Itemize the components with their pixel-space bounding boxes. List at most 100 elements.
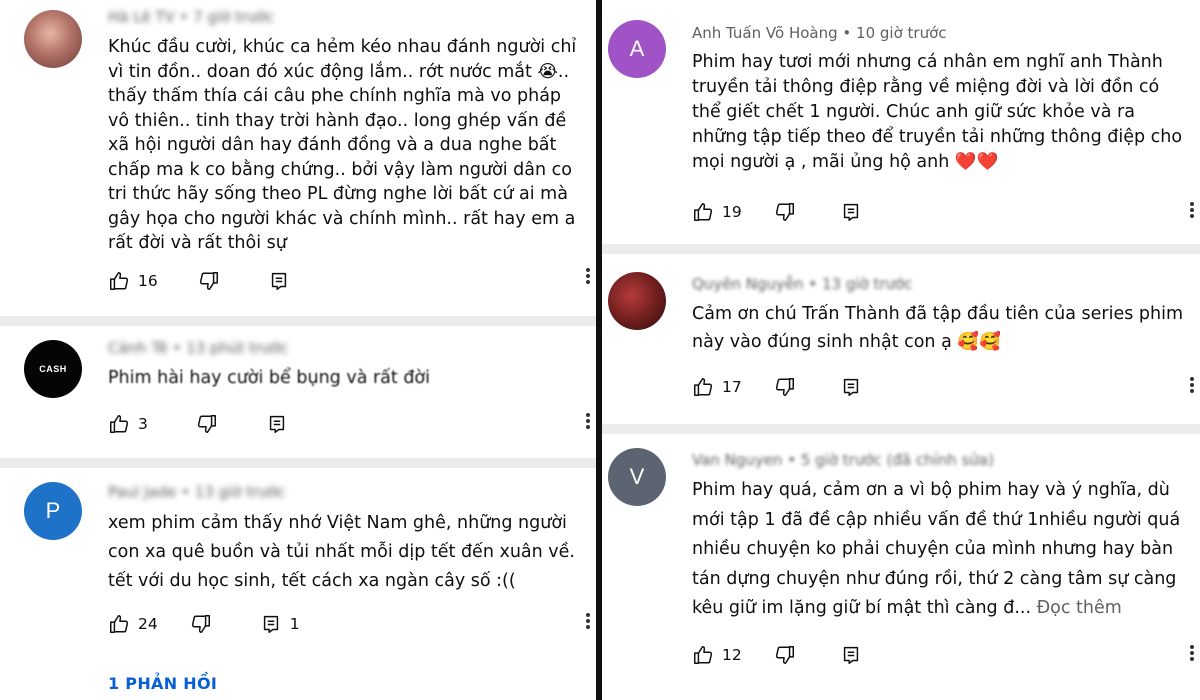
reply-icon: [269, 415, 285, 433]
like-button[interactable]: 24: [108, 613, 158, 635]
comment-separator: [0, 316, 600, 326]
comment-actions: 12: [692, 642, 862, 668]
comment-item: Hà Lê TV • 7 giờ trước Khúc đầu cười, kh…: [0, 0, 600, 318]
thumb-up-icon: [694, 203, 713, 221]
thumb-up-icon: [110, 415, 129, 433]
avatar-letter: A: [629, 36, 645, 61]
comment-text: Cảm ơn chú Trấn Thành đã tập đầu tiên củ…: [692, 304, 1183, 352]
view-replies-link[interactable]: 1 PHẢN HỒI: [108, 674, 217, 693]
comment-time: 13 phút trước: [186, 339, 289, 357]
more-vert-icon: [584, 613, 592, 629]
like-button[interactable]: 16: [108, 270, 158, 292]
reply-button[interactable]: [266, 413, 288, 435]
comment-meta: Anh Tuấn Võ Hoàng • 10 giờ trước: [692, 24, 947, 42]
comment-item: A Anh Tuấn Võ Hoàng • 10 giờ trước Phim …: [602, 0, 1200, 244]
comment-time: 10 giờ trước: [856, 24, 947, 42]
like-button[interactable]: 12: [692, 644, 742, 666]
comment-author[interactable]: Van Nguyen: [692, 451, 782, 469]
dislike-button[interactable]: [774, 201, 796, 223]
more-options-button[interactable]: [584, 611, 592, 635]
like-count: 16: [138, 272, 158, 290]
comment-separator: [602, 244, 1200, 254]
comment-text: xem phim cảm thấy nhớ Việt Nam ghê, nhữn…: [108, 513, 575, 591]
more-options-button[interactable]: [1188, 643, 1196, 667]
avatar[interactable]: V: [608, 448, 666, 506]
more-options-button[interactable]: [584, 266, 592, 290]
reply-icon: [843, 646, 858, 664]
dislike-button[interactable]: [774, 644, 796, 666]
comment-author[interactable]: Anh Tuấn Võ Hoàng: [692, 24, 838, 42]
comment-separator: [602, 424, 1200, 434]
comment-item: P Paul Jade • 13 giờ trước xem phim cảm …: [0, 468, 600, 700]
comment-text: Phim hài hay cười bể bụng và rất đời: [108, 368, 430, 388]
avatar-letter: V: [629, 464, 645, 489]
dislike-button[interactable]: [190, 613, 212, 635]
comment-actions: 17: [692, 374, 862, 400]
comment-meta: Paul Jade • 13 giờ trước: [108, 483, 286, 501]
thumb-up-icon: [110, 615, 129, 633]
thumb-down-icon: [775, 203, 794, 221]
reply-icon: [843, 203, 858, 221]
comment-time: 7 giờ trước: [193, 8, 275, 26]
comment-time: 13 giờ trước: [194, 483, 286, 501]
like-count: 12: [722, 646, 742, 664]
comment-text: Phim hay tươi mới nhưng cá nhân em nghĩ …: [692, 52, 1183, 172]
thumb-up-icon: [694, 646, 713, 664]
more-options-button[interactable]: [1188, 375, 1196, 399]
avatar[interactable]: A: [608, 20, 666, 78]
thumb-down-icon: [199, 272, 218, 290]
thumb-up-icon: [694, 378, 713, 396]
reply-icon: [271, 272, 286, 290]
comment-text: Khúc đầu cười, khúc ca hẻm kéo nhau đánh…: [108, 37, 577, 253]
thumb-down-icon: [775, 378, 794, 396]
more-vert-icon: [584, 268, 592, 284]
like-button[interactable]: 17: [692, 376, 742, 398]
more-options-button[interactable]: [584, 411, 592, 435]
like-count: 24: [138, 615, 158, 633]
comments-panel-right: A Anh Tuấn Võ Hoàng • 10 giờ trước Phim …: [602, 0, 1200, 700]
comment-meta: Hà Lê TV • 7 giờ trước: [108, 8, 275, 26]
avatar-logo-text: CASH: [39, 364, 67, 374]
reply-button[interactable]: [840, 201, 862, 223]
comment-separator: [0, 458, 600, 468]
avatar[interactable]: CASH: [24, 340, 82, 398]
read-more-link[interactable]: Đọc thêm: [1037, 598, 1122, 618]
comment-item: Quyên Nguyễn • 13 giờ trước Cảm ơn chú T…: [602, 254, 1200, 424]
comment-author[interactable]: Quyên Nguyễn: [692, 275, 804, 293]
avatar[interactable]: [24, 10, 82, 68]
comment-actions: 19: [692, 199, 862, 225]
reply-button[interactable]: [268, 270, 298, 292]
comment-text: Phim hay quá, cảm ơn a vì bộ phim hay và…: [692, 476, 1192, 624]
comment-actions: 16: [108, 268, 298, 294]
reply-count: 1: [289, 615, 300, 633]
like-count: 3: [138, 415, 148, 433]
avatar[interactable]: [608, 272, 666, 330]
comment-time: 5 giờ trước (đã chỉnh sửa): [800, 451, 994, 469]
thumb-down-icon: [197, 415, 216, 433]
comment-item: V Van Nguyen • 5 giờ trước (đã chỉnh sửa…: [602, 434, 1200, 700]
reply-icon: [843, 378, 858, 396]
like-button[interactable]: 3: [108, 413, 148, 435]
dislike-button[interactable]: [196, 413, 218, 435]
like-count: 17: [722, 378, 742, 396]
like-button[interactable]: 19: [692, 201, 742, 223]
comment-author[interactable]: Hà Lê TV: [108, 8, 175, 26]
avatar-letter: P: [45, 498, 61, 523]
comment-meta: Quyên Nguyễn • 13 giờ trước: [692, 275, 913, 293]
comment-meta: Van Nguyen • 5 giờ trước (đã chỉnh sửa): [692, 451, 994, 469]
comment-item: CASH Cảnh Tê • 13 phút trước Phim hài ha…: [0, 326, 600, 458]
reply-button[interactable]: 1: [260, 613, 300, 635]
avatar[interactable]: P: [24, 482, 82, 540]
more-vert-icon: [1188, 202, 1196, 218]
comment-author[interactable]: Paul Jade: [108, 483, 176, 501]
comment-author[interactable]: Cảnh Tê: [108, 339, 168, 357]
dislike-button[interactable]: [774, 376, 796, 398]
dislike-button[interactable]: [198, 270, 220, 292]
like-count: 19: [722, 203, 742, 221]
comment-actions: 3: [108, 411, 288, 437]
reply-button[interactable]: [840, 644, 862, 666]
reply-button[interactable]: [840, 376, 862, 398]
comment-time: 13 giờ trước: [821, 275, 913, 293]
more-vert-icon: [1188, 377, 1196, 393]
more-options-button[interactable]: [1188, 200, 1196, 224]
